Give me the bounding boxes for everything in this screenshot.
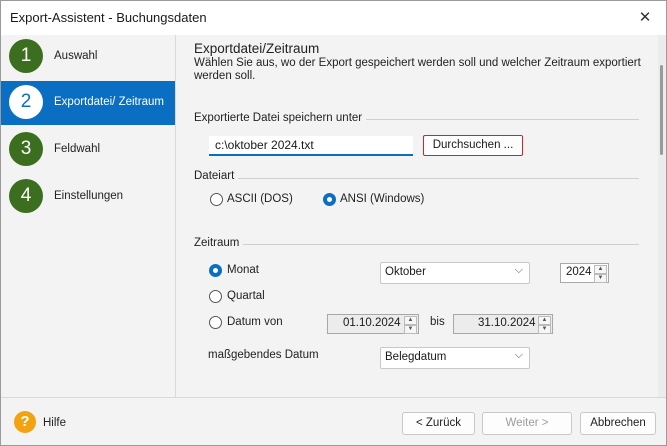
- step-number: 1: [9, 39, 43, 73]
- export-wizard-window: Export-Assistent - Buchungsdaten ✕ 1 Aus…: [0, 0, 667, 446]
- step-label: Einstellungen: [54, 190, 124, 202]
- basis-date-dropdown[interactable]: Belegdatum ⌵: [380, 347, 530, 369]
- close-icon[interactable]: ✕: [634, 7, 656, 29]
- main-panel: [176, 35, 658, 397]
- year-value: 2024: [566, 266, 592, 278]
- date-from-field[interactable]: 01.10.2024 ▲ ▼: [327, 314, 419, 334]
- radio-ascii[interactable]: [210, 193, 223, 206]
- radio-quartal[interactable]: [209, 290, 222, 303]
- cancel-button[interactable]: Abbrechen: [580, 412, 656, 435]
- radio-ansi[interactable]: [323, 193, 336, 206]
- step-number: 2: [9, 85, 43, 119]
- year-stepper-arrows[interactable]: ▲ ▼: [594, 265, 607, 283]
- help-icon[interactable]: ?: [14, 411, 36, 433]
- radio-monat-label: Monat: [227, 264, 259, 276]
- step-number: 3: [9, 132, 43, 166]
- wizard-steps-sidebar: 1 Auswahl 2 Exportdatei/ Zeitraum 3 Feld…: [1, 35, 176, 397]
- step-label: Feldwahl: [54, 143, 101, 155]
- spin-down-icon[interactable]: ▼: [594, 274, 607, 283]
- date-to-label: bis: [430, 316, 445, 328]
- radio-quartal-label: Quartal: [227, 290, 265, 302]
- month-value: Oktober: [385, 266, 426, 278]
- date-to-field[interactable]: 31.10.2024 ▲ ▼: [453, 314, 553, 334]
- help-label[interactable]: Hilfe: [43, 417, 66, 429]
- scrollbar[interactable]: [658, 35, 666, 397]
- spin-up-icon[interactable]: ▲: [538, 316, 551, 325]
- date-from-stepper-arrows[interactable]: ▲ ▼: [404, 316, 417, 334]
- step-label: Auswahl: [54, 50, 98, 62]
- basis-date-label: maßgebendes Datum: [208, 349, 319, 361]
- step-number: 4: [9, 179, 43, 213]
- page-description: Wählen Sie aus, wo der Export gespeicher…: [194, 57, 641, 82]
- radio-datum-von-label: Datum von: [227, 316, 283, 328]
- browse-button[interactable]: Durchsuchen ...: [423, 135, 523, 156]
- file-path-input[interactable]: c:\oktober 2024.txt: [209, 136, 413, 156]
- scrollbar-thumb[interactable]: [660, 65, 663, 155]
- step-exportdatei-zeitraum[interactable]: 2 Exportdatei/ Zeitraum: [1, 81, 175, 125]
- spin-up-icon[interactable]: ▲: [404, 316, 417, 325]
- year-stepper[interactable]: 2024 ▲ ▼: [560, 263, 609, 283]
- date-from-value: 01.10.2024: [343, 317, 401, 329]
- radio-ascii-label: ASCII (DOS): [227, 193, 293, 205]
- title-bar: Export-Assistent - Buchungsdaten ✕: [1, 1, 666, 35]
- spin-up-icon[interactable]: ▲: [594, 265, 607, 274]
- step-feldwahl[interactable]: 3 Feldwahl: [1, 128, 175, 172]
- back-button[interactable]: < Zurück: [402, 412, 475, 435]
- file-group-label: Exportierte Datei speichern unter: [194, 112, 367, 124]
- spin-down-icon[interactable]: ▼: [404, 325, 417, 334]
- file-path-value: c:\oktober 2024.txt: [215, 138, 314, 152]
- filetype-group-label: Dateiart: [194, 170, 239, 182]
- window-title: Export-Assistent - Buchungsdaten: [10, 10, 207, 25]
- radio-ansi-label: ANSI (Windows): [340, 193, 425, 205]
- chevron-down-icon: ⌵: [514, 349, 523, 361]
- date-to-stepper-arrows[interactable]: ▲ ▼: [538, 316, 551, 334]
- step-einstellungen[interactable]: 4 Einstellungen: [1, 175, 175, 219]
- divider: [194, 244, 639, 245]
- radio-monat[interactable]: [209, 264, 222, 277]
- period-group-label: Zeitraum: [194, 237, 244, 249]
- page-title: Exportdatei/Zeitraum: [194, 41, 320, 56]
- basis-date-value: Belegdatum: [385, 351, 447, 363]
- divider: [194, 178, 639, 179]
- step-auswahl[interactable]: 1 Auswahl: [1, 35, 175, 79]
- spin-down-icon[interactable]: ▼: [538, 325, 551, 334]
- chevron-down-icon: ⌵: [514, 264, 523, 276]
- month-dropdown[interactable]: Oktober ⌵: [380, 262, 530, 284]
- date-to-value: 31.10.2024: [478, 317, 536, 329]
- next-button[interactable]: Weiter >: [482, 412, 572, 435]
- step-label: Exportdatei/ Zeitraum: [54, 96, 164, 108]
- radio-datum-von[interactable]: [209, 316, 222, 329]
